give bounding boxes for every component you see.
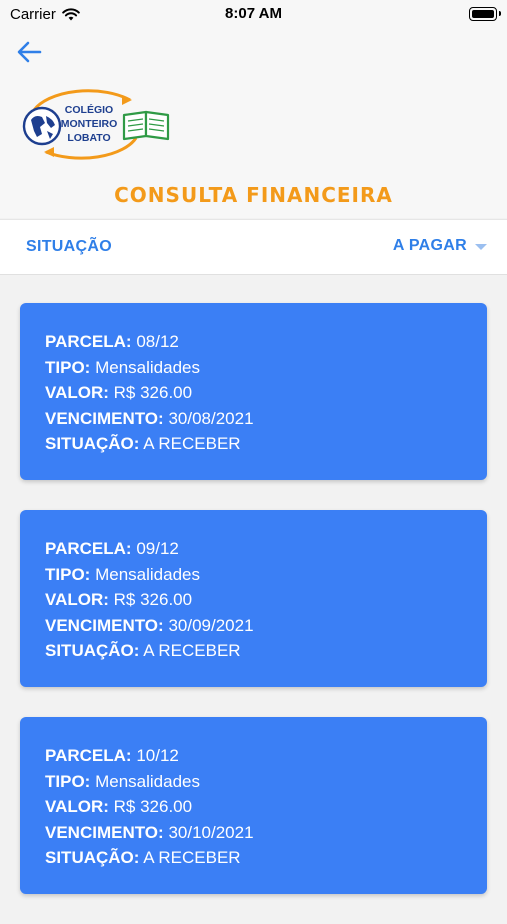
valor-row: VALOR: R$ 326.00 (45, 794, 462, 820)
school-logo: COLÉGIO MONTEIRO LOBATO (22, 89, 170, 160)
vencimento-row: VENCIMENTO: 30/09/2021 (45, 613, 462, 639)
parcela-row: PARCELA: 10/12 (45, 743, 462, 769)
situacao-label: SITUAÇÃO: (45, 434, 140, 453)
tipo-row: TIPO: Mensalidades (45, 769, 462, 795)
vencimento-value: 30/10/2021 (168, 822, 254, 842)
tipo-row: TIPO: Mensalidades (45, 562, 462, 588)
battery-icon (469, 7, 501, 21)
parcela-label: PARCELA: (45, 746, 132, 765)
status-bar: Carrier 8:07 AM (0, 0, 507, 30)
vencimento-value: 30/08/2021 (168, 408, 254, 428)
situacao-row: SITUAÇÃO: A RECEBER (45, 431, 462, 457)
tipo-value: Mensalidades (95, 357, 200, 377)
parcela-row: PARCELA: 08/12 (45, 329, 462, 355)
situation-dropdown[interactable]: A PAGAR (393, 237, 487, 255)
valor-row: VALOR: R$ 326.00 (45, 587, 462, 613)
parcela-label: PARCELA: (45, 539, 132, 558)
situacao-row: SITUAÇÃO: A RECEBER (45, 845, 462, 871)
tipo-row: TIPO: Mensalidades (45, 355, 462, 381)
valor-value: R$ 326.00 (113, 797, 193, 816)
valor-value: R$ 326.00 (113, 590, 193, 609)
vencimento-label: VENCIMENTO: (45, 408, 164, 428)
situacao-row: SITUAÇÃO: A RECEBER (45, 638, 462, 664)
dropdown-selected-value[interactable]: A PAGAR (393, 237, 467, 255)
logo-line-1: COLÉGIO (65, 103, 113, 116)
tipo-label: TIPO: (45, 771, 91, 791)
tipo-label: TIPO: (45, 357, 91, 377)
vencimento-row: VENCIMENTO: 30/08/2021 (45, 406, 462, 432)
parcela-label: PARCELA: (45, 332, 132, 351)
page-title: CONSULTA FINANCEIRA (114, 183, 393, 207)
situacao-value: A RECEBER (143, 848, 241, 867)
installment-card[interactable]: PARCELA: 10/12 TIPO: Mensalidades VALOR:… (20, 717, 487, 894)
parcela-value: 10/12 (136, 746, 179, 765)
installment-card[interactable]: PARCELA: 09/12 TIPO: Mensalidades VALOR:… (20, 510, 487, 687)
tipo-value: Mensalidades (95, 771, 200, 791)
valor-label: VALOR: (45, 590, 109, 609)
valor-row: VALOR: R$ 326.00 (45, 380, 462, 406)
header: COLÉGIO MONTEIRO LOBATO CONSULTA FINANCE… (0, 30, 507, 218)
installment-list: PARCELA: 08/12 TIPO: Mensalidades VALOR:… (20, 303, 487, 924)
installment-card[interactable]: PARCELA: 08/12 TIPO: Mensalidades VALOR:… (20, 303, 487, 480)
tipo-value: Mensalidades (95, 564, 200, 584)
vencimento-label: VENCIMENTO: (45, 822, 164, 842)
vencimento-label: VENCIMENTO: (45, 615, 164, 635)
back-arrow-icon[interactable] (14, 38, 44, 66)
vencimento-row: VENCIMENTO: 30/10/2021 (45, 820, 462, 846)
clock: 8:07 AM (225, 5, 282, 22)
tipo-label: TIPO: (45, 564, 91, 584)
situation-filter-bar: SITUAÇÃO A PAGAR (0, 219, 507, 275)
situacao-value: A RECEBER (143, 641, 241, 660)
situacao-value: A RECEBER (143, 434, 241, 453)
filter-label: SITUAÇÃO (26, 238, 112, 255)
logo-line-3: LOBATO (67, 132, 110, 144)
parcela-value: 08/12 (136, 332, 179, 351)
chevron-down-icon[interactable] (475, 243, 487, 250)
valor-value: R$ 326.00 (113, 383, 193, 402)
parcela-row: PARCELA: 09/12 (45, 536, 462, 562)
vencimento-value: 30/09/2021 (168, 615, 254, 635)
valor-label: VALOR: (45, 383, 109, 402)
valor-label: VALOR: (45, 797, 109, 816)
logo-line-2: MONTEIRO (61, 118, 118, 130)
book-icon (122, 110, 170, 141)
situacao-label: SITUAÇÃO: (45, 641, 140, 660)
parcela-value: 09/12 (136, 539, 179, 558)
situacao-label: SITUAÇÃO: (45, 848, 140, 867)
